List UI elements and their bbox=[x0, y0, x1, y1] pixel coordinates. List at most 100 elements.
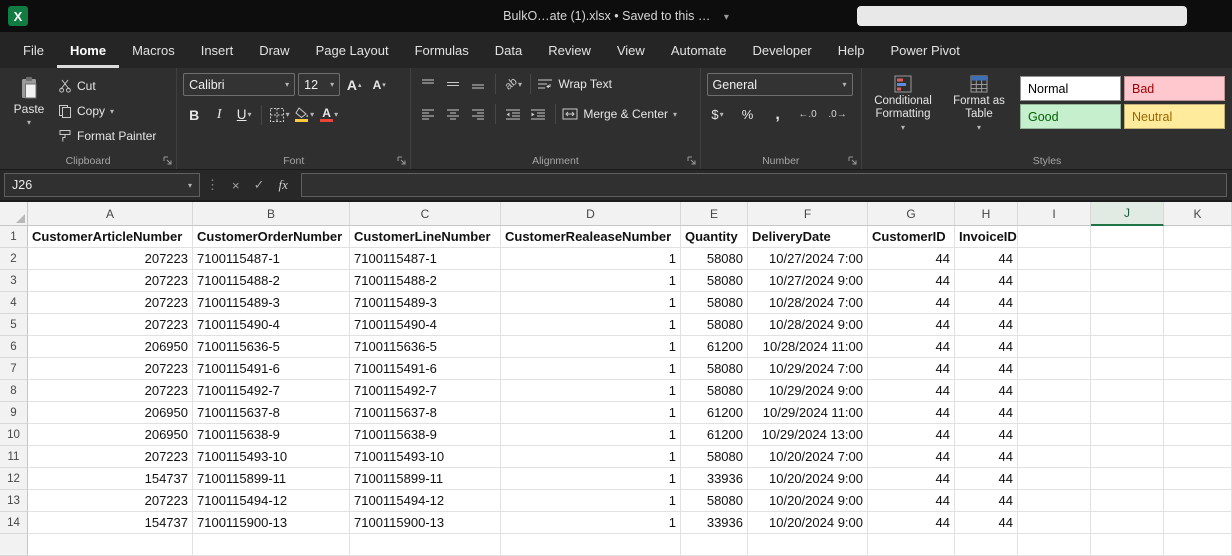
clipboard-dialog-launcher-icon[interactable] bbox=[163, 156, 172, 165]
cell-K12[interactable] bbox=[1164, 468, 1232, 490]
cell-F[interactable] bbox=[748, 534, 868, 556]
format-painter-button[interactable]: Format Painter bbox=[58, 125, 156, 147]
decrease-decimal-button[interactable]: .0→ bbox=[827, 104, 849, 125]
cell-A2[interactable]: 207223 bbox=[28, 248, 193, 270]
cell-G10[interactable]: 44 bbox=[868, 424, 955, 446]
fill-color-button[interactable]: ▾ bbox=[293, 104, 315, 125]
cell-K11[interactable] bbox=[1164, 446, 1232, 468]
cell-D10[interactable]: 1 bbox=[501, 424, 681, 446]
row-header-4[interactable]: 4 bbox=[0, 292, 28, 314]
cell-C12[interactable]: 7100115899-11 bbox=[350, 468, 501, 490]
cell-B10[interactable]: 7100115638-9 bbox=[193, 424, 350, 446]
column-header-I[interactable]: I bbox=[1018, 202, 1091, 226]
cell-F8[interactable]: 10/29/2024 9:00 bbox=[748, 380, 868, 402]
number-dialog-launcher-icon[interactable] bbox=[848, 156, 857, 165]
cell-F4[interactable]: 10/28/2024 7:00 bbox=[748, 292, 868, 314]
cell-E11[interactable]: 58080 bbox=[681, 446, 748, 468]
percent-style-button[interactable]: % bbox=[737, 104, 759, 125]
cell-J13[interactable] bbox=[1091, 490, 1164, 512]
cell-J5[interactable] bbox=[1091, 314, 1164, 336]
column-header-C[interactable]: C bbox=[350, 202, 501, 226]
name-box[interactable]: J26 ▾ bbox=[4, 173, 200, 197]
cell-D5[interactable]: 1 bbox=[501, 314, 681, 336]
cell-K8[interactable] bbox=[1164, 380, 1232, 402]
cell-D9[interactable]: 1 bbox=[501, 402, 681, 424]
cell-B[interactable] bbox=[193, 534, 350, 556]
align-center-button[interactable] bbox=[442, 104, 464, 125]
cell-A1[interactable]: CustomerArticleNumber bbox=[28, 226, 193, 248]
cell-E8[interactable]: 58080 bbox=[681, 380, 748, 402]
cell-J9[interactable] bbox=[1091, 402, 1164, 424]
cell-F5[interactable]: 10/28/2024 9:00 bbox=[748, 314, 868, 336]
cell-I[interactable] bbox=[1018, 534, 1091, 556]
align-top-button[interactable] bbox=[417, 74, 439, 95]
cell-B2[interactable]: 7100115487-1 bbox=[193, 248, 350, 270]
conditional-formatting-button[interactable]: Conditional Formatting ▾ bbox=[868, 73, 938, 152]
cell-F3[interactable]: 10/27/2024 9:00 bbox=[748, 270, 868, 292]
cell-I12[interactable] bbox=[1018, 468, 1091, 490]
row-header-8[interactable]: 8 bbox=[0, 380, 28, 402]
cell-G13[interactable]: 44 bbox=[868, 490, 955, 512]
cell-J4[interactable] bbox=[1091, 292, 1164, 314]
cell-E12[interactable]: 33936 bbox=[681, 468, 748, 490]
cell-J11[interactable] bbox=[1091, 446, 1164, 468]
cell-K10[interactable] bbox=[1164, 424, 1232, 446]
cell-A4[interactable]: 207223 bbox=[28, 292, 193, 314]
cell-G12[interactable]: 44 bbox=[868, 468, 955, 490]
cell-G[interactable] bbox=[868, 534, 955, 556]
row-header-10[interactable]: 10 bbox=[0, 424, 28, 446]
cell-D12[interactable]: 1 bbox=[501, 468, 681, 490]
cell-G5[interactable]: 44 bbox=[868, 314, 955, 336]
cell-H4[interactable]: 44 bbox=[955, 292, 1018, 314]
cell-D4[interactable]: 1 bbox=[501, 292, 681, 314]
cell-C3[interactable]: 7100115488-2 bbox=[350, 270, 501, 292]
cell-D[interactable] bbox=[501, 534, 681, 556]
cell-style-good[interactable]: Good bbox=[1020, 104, 1121, 129]
merge-center-button[interactable]: Merge & Center ▾ bbox=[562, 103, 677, 125]
cell-C[interactable] bbox=[350, 534, 501, 556]
cell-A[interactable] bbox=[28, 534, 193, 556]
cell-I4[interactable] bbox=[1018, 292, 1091, 314]
cell-K9[interactable] bbox=[1164, 402, 1232, 424]
column-header-J[interactable]: J bbox=[1091, 202, 1164, 226]
italic-button[interactable]: I bbox=[208, 104, 230, 125]
cell-G1[interactable]: CustomerID bbox=[868, 226, 955, 248]
cell-A9[interactable]: 206950 bbox=[28, 402, 193, 424]
row-header-3[interactable]: 3 bbox=[0, 270, 28, 292]
paste-button[interactable]: Paste ▾ bbox=[6, 73, 52, 152]
cell-B6[interactable]: 7100115636-5 bbox=[193, 336, 350, 358]
copy-button[interactable]: Copy ▾ bbox=[58, 100, 156, 122]
cell-H10[interactable]: 44 bbox=[955, 424, 1018, 446]
cell-J2[interactable] bbox=[1091, 248, 1164, 270]
cell-D2[interactable]: 1 bbox=[501, 248, 681, 270]
cell-F14[interactable]: 10/20/2024 9:00 bbox=[748, 512, 868, 534]
number-format-select[interactable]: General ▾ bbox=[707, 73, 853, 96]
cell-C14[interactable]: 7100115900-13 bbox=[350, 512, 501, 534]
comma-style-button[interactable]: , bbox=[767, 104, 789, 125]
cell-I7[interactable] bbox=[1018, 358, 1091, 380]
cell-C11[interactable]: 7100115493-10 bbox=[350, 446, 501, 468]
cell-B7[interactable]: 7100115491-6 bbox=[193, 358, 350, 380]
cell-A3[interactable]: 207223 bbox=[28, 270, 193, 292]
formula-input[interactable] bbox=[301, 173, 1227, 197]
cell-H13[interactable]: 44 bbox=[955, 490, 1018, 512]
tab-help[interactable]: Help bbox=[825, 32, 878, 68]
formula-bar-separator[interactable]: ⋮ bbox=[206, 177, 219, 193]
cell-F12[interactable]: 10/20/2024 9:00 bbox=[748, 468, 868, 490]
insert-function-icon[interactable]: fx bbox=[272, 177, 295, 193]
cell-I10[interactable] bbox=[1018, 424, 1091, 446]
cell-A12[interactable]: 154737 bbox=[28, 468, 193, 490]
cell-B14[interactable]: 7100115900-13 bbox=[193, 512, 350, 534]
cell-E[interactable] bbox=[681, 534, 748, 556]
font-name-select[interactable]: Calibri ▾ bbox=[183, 73, 295, 96]
column-header-G[interactable]: G bbox=[868, 202, 955, 226]
cell-I1[interactable] bbox=[1018, 226, 1091, 248]
column-header-D[interactable]: D bbox=[501, 202, 681, 226]
row-header-5[interactable]: 5 bbox=[0, 314, 28, 336]
cell-H5[interactable]: 44 bbox=[955, 314, 1018, 336]
column-header-K[interactable]: K bbox=[1164, 202, 1232, 226]
tab-home[interactable]: Home bbox=[57, 32, 119, 68]
enter-icon[interactable]: ✓ bbox=[247, 177, 272, 193]
cell-E6[interactable]: 61200 bbox=[681, 336, 748, 358]
cell-I14[interactable] bbox=[1018, 512, 1091, 534]
